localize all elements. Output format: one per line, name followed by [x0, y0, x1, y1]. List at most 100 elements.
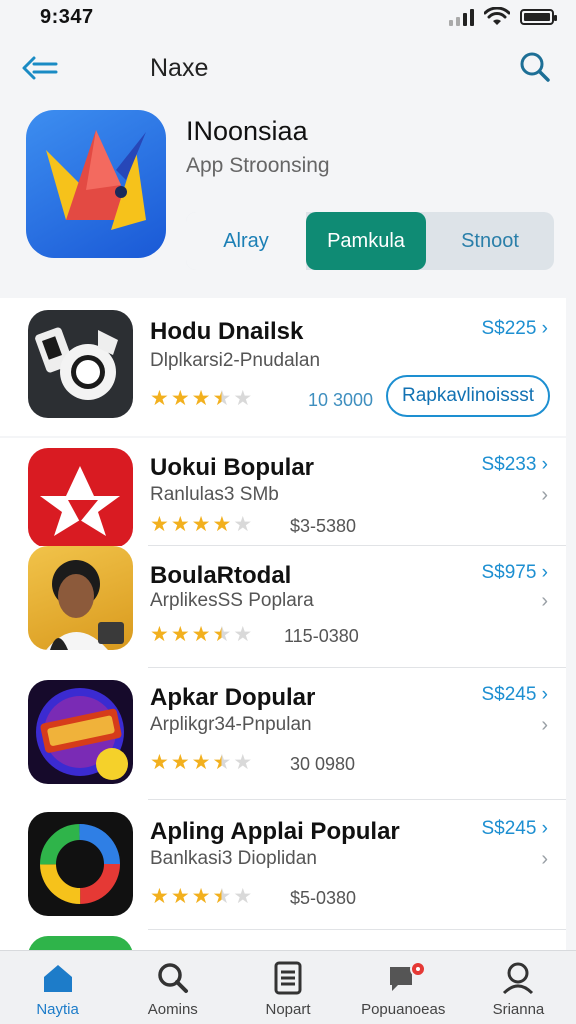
search-icon — [154, 959, 192, 997]
price-label[interactable]: S$245 › — [481, 684, 548, 706]
signal-icon — [449, 8, 474, 26]
app-icon-portrait — [28, 546, 133, 650]
rating-stars: ★ ★ ★ ★ ★ — [150, 388, 252, 409]
star-half-icon: ★ — [212, 387, 232, 410]
app-title: Hodu Dnailsk — [150, 318, 304, 345]
tab-label: Aomins — [147, 1001, 198, 1018]
app-subtitle: ArplikesSS Poplara — [150, 590, 314, 611]
featured-app-icon[interactable] — [26, 110, 166, 258]
tab-label: Srianna — [492, 1001, 545, 1018]
app-title: Uokui Bopular — [150, 454, 315, 481]
price-label[interactable]: S$975 › — [481, 562, 548, 584]
segment-stnoot[interactable]: Stnoot — [426, 212, 554, 270]
tab-home[interactable]: Naytia — [0, 951, 115, 1024]
segment-pamkula[interactable]: Pamkula — [306, 212, 426, 270]
navigation-bar: Naxe — [0, 40, 576, 96]
segment-alray[interactable]: Alray — [186, 212, 306, 270]
star-icon: ★ — [191, 513, 211, 536]
app-icon-red-star — [28, 448, 133, 548]
tab-search[interactable]: Aomins — [115, 951, 230, 1024]
status-time: 9:347 — [40, 5, 94, 28]
search-button[interactable] — [518, 50, 554, 86]
app-subtitle: Arplikgr34-Pnpulan — [150, 714, 312, 735]
star-icon: ★ — [170, 751, 190, 774]
price-label[interactable]: S$233 › — [481, 454, 548, 476]
status-icons — [449, 7, 557, 27]
tab-label: Popuanoeas — [361, 1001, 446, 1018]
back-arrow-icon — [22, 56, 58, 80]
price-label[interactable]: S$245 › — [481, 818, 548, 840]
list-item[interactable]: Uokui Bopular Ranlulas3 SMb ★ ★ ★ ★ ★ $3-538… — [0, 438, 566, 548]
status-bar: 9:347 — [0, 0, 576, 34]
rating-stars: ★ ★ ★ ★ ★ — [150, 886, 252, 907]
list-item[interactable]: Apling Applai Popular Banlkasi3 Dioplida… — [0, 800, 566, 930]
app-title: Apkar Dopular — [150, 684, 316, 711]
profile-icon — [499, 959, 537, 997]
list-item[interactable]: Apkar Dopular Arplikgr34-Pnpulan ★ ★ ★ ★ ★ 3… — [0, 668, 566, 800]
chevron-right-icon[interactable]: › — [541, 848, 548, 871]
app-icon-game — [28, 680, 133, 784]
featured-app-name: INoonsiaa — [186, 116, 308, 146]
app-subtitle: Ranlulas3 SMb — [150, 484, 279, 505]
star-empty-icon: ★ — [233, 387, 253, 410]
tab-bar: Naytia Aomins Nopart Popuanoeas Srianna — [0, 950, 576, 1024]
star-icon: ★ — [191, 387, 211, 410]
chevron-right-icon[interactable]: › — [541, 484, 548, 507]
app-icon-watch — [28, 310, 133, 418]
star-icon: ★ — [170, 387, 190, 410]
app-subtitle: Banlkasi3 Dioplidan — [150, 848, 317, 869]
app-title: BoulaRtodal — [150, 562, 292, 589]
rating-stars: ★ ★ ★ ★ ★ — [150, 624, 252, 645]
star-empty-icon: ★ — [233, 623, 253, 646]
featured-app-subtitle: App Stroonsing — [186, 154, 330, 177]
star-half-icon: ★ — [212, 751, 232, 774]
list-item[interactable]: BoulaRtodal ArplikesSS Poplara ★ ★ ★ ★ ★ 115… — [0, 546, 566, 668]
star-icon: ★ — [170, 513, 190, 536]
list-item[interactable]: Hodu Dnailsk Dlplkarsi2-Pnudalan ★ ★ ★ ★ ★ 1… — [0, 298, 566, 436]
star-half-icon: ★ — [212, 623, 232, 646]
star-half-icon: ★ — [212, 885, 232, 908]
rating-stars: ★ ★ ★ ★ ★ — [150, 752, 252, 773]
star-icon: ★ — [191, 623, 211, 646]
star-empty-icon: ★ — [233, 885, 253, 908]
tab-label: Naytia — [36, 1001, 79, 1018]
app-icon-ring — [28, 812, 133, 916]
featured-app-header: INoonsiaa App Stroonsing Alray Pamkula S… — [0, 100, 576, 290]
app-title: Apling Applai Popular — [150, 818, 400, 845]
page-title: Naxe — [150, 54, 209, 82]
star-icon: ★ — [150, 623, 169, 646]
chevron-right-icon[interactable]: › — [541, 714, 548, 737]
star-icon: ★ — [212, 513, 232, 536]
segmented-control: Alray Pamkula Stnoot — [186, 212, 554, 270]
star-icon: ★ — [170, 885, 190, 908]
star-empty-icon: ★ — [233, 513, 253, 536]
rating-stars: ★ ★ ★ ★ ★ — [150, 514, 252, 535]
price-label[interactable]: S$225 › — [481, 318, 548, 340]
star-icon: ★ — [150, 885, 169, 908]
search-icon — [520, 52, 550, 82]
list-item[interactable] — [0, 930, 566, 952]
review-count: 115-0380 — [284, 626, 359, 646]
notification-badge — [409, 961, 426, 977]
chevron-right-icon[interactable]: › — [541, 590, 548, 613]
review-count: $5-0380 — [290, 888, 357, 908]
app-action-button[interactable]: Rapkavlinoissst — [386, 375, 550, 417]
star-icon: ★ — [150, 751, 169, 774]
star-icon: ★ — [150, 387, 169, 410]
review-count: 10 3000 — [308, 390, 374, 410]
wifi-icon — [484, 7, 510, 25]
tab-document[interactable]: Nopart — [230, 951, 345, 1024]
app-subtitle: Dlplkarsi2-Pnudalan — [150, 350, 321, 371]
tab-inbox[interactable]: Popuanoeas — [346, 951, 461, 1024]
home-icon — [39, 959, 77, 997]
review-count: $3-5380 — [290, 516, 357, 536]
battery-icon — [520, 9, 557, 25]
star-icon: ★ — [191, 751, 211, 774]
star-icon: ★ — [170, 623, 190, 646]
star-icon: ★ — [191, 885, 211, 908]
back-button[interactable] — [20, 50, 64, 86]
tab-label: Nopart — [265, 1001, 311, 1018]
tab-profile[interactable]: Srianna — [461, 951, 576, 1024]
review-count: 30 0980 — [290, 754, 356, 774]
document-icon — [269, 959, 307, 997]
